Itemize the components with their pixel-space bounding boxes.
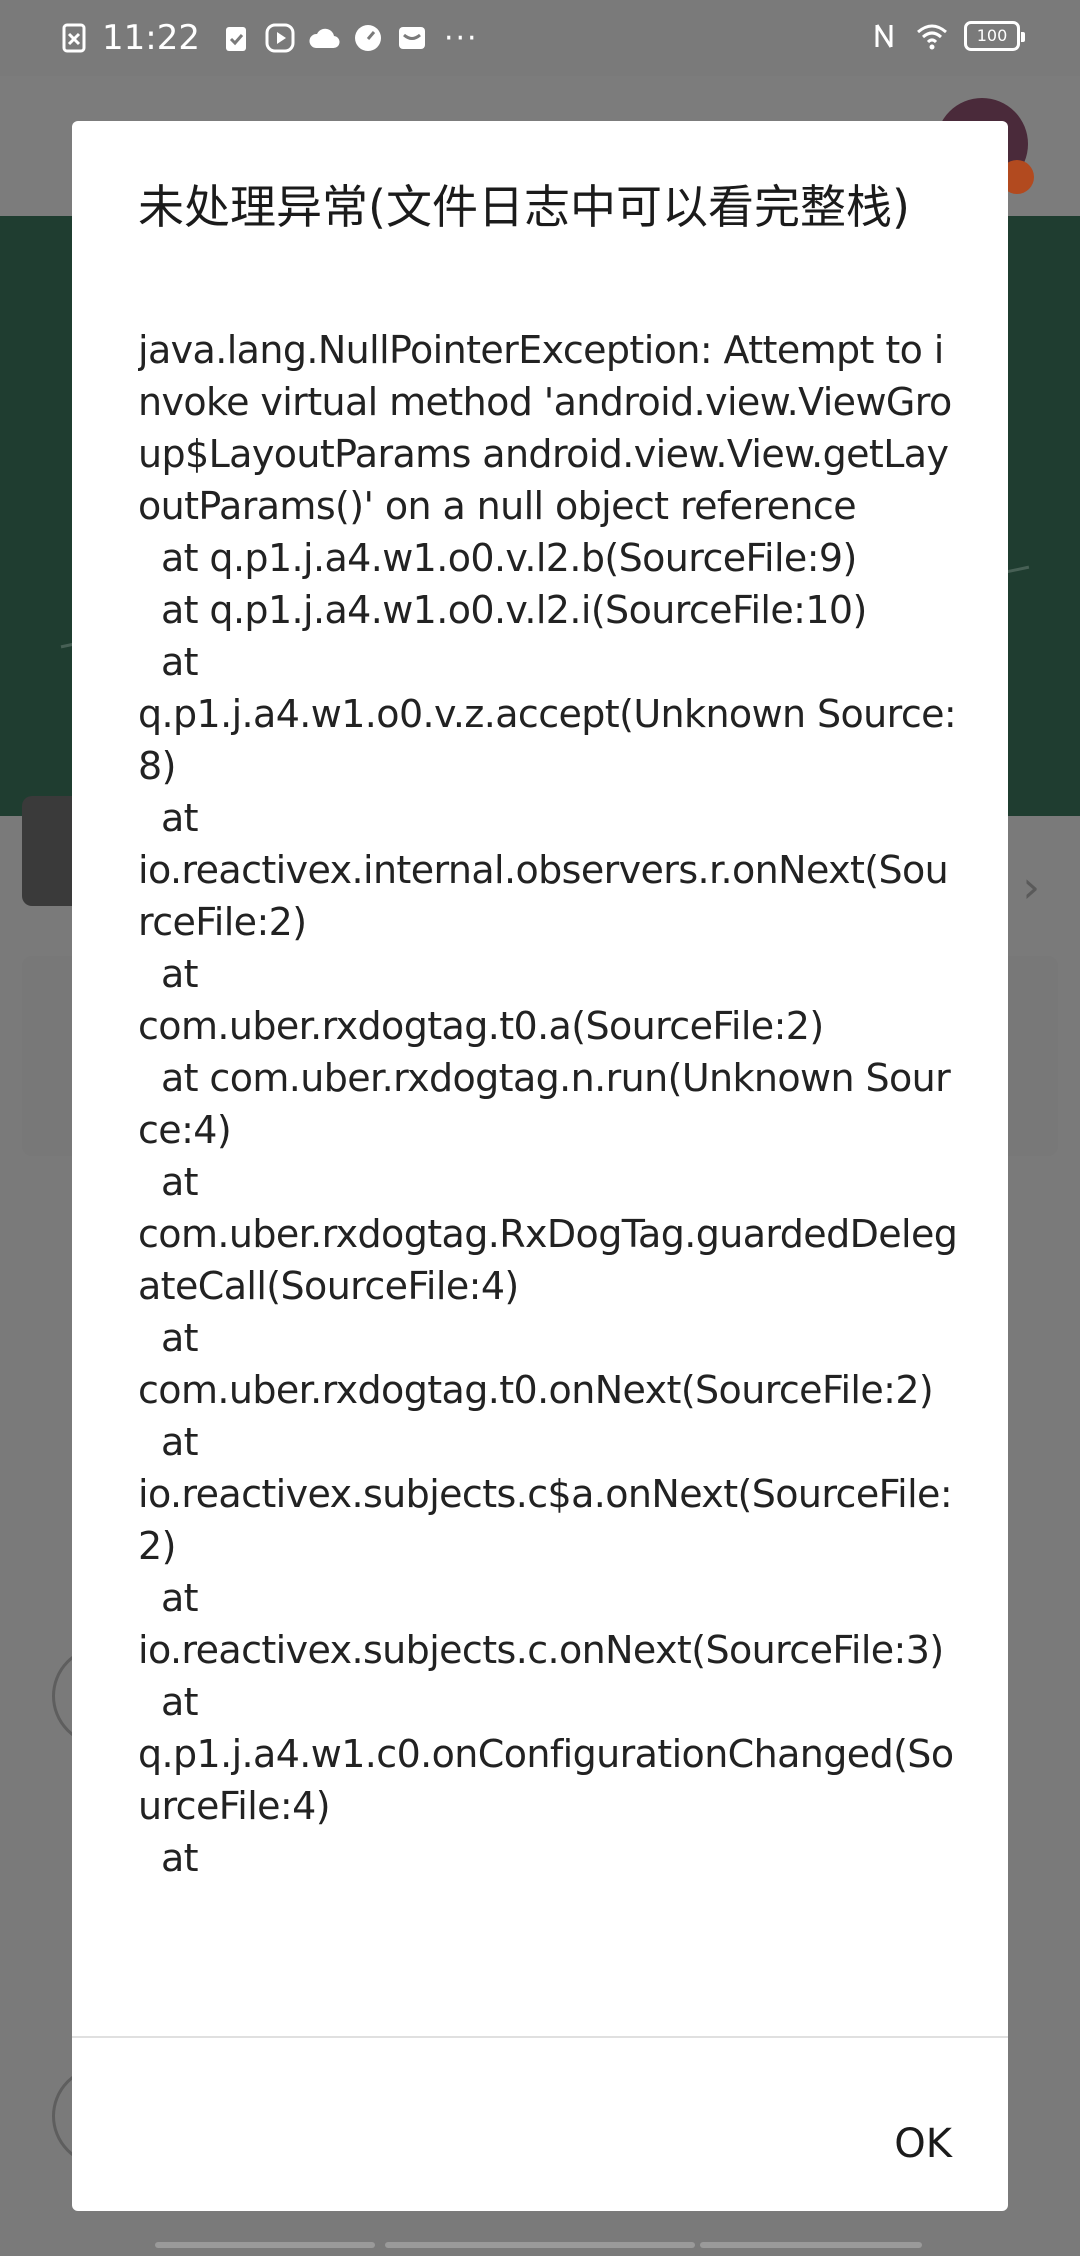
- sim-icon: [58, 22, 90, 54]
- play-icon: [264, 22, 296, 54]
- gesture-bar: [0, 2236, 1080, 2256]
- gauge-icon: [352, 22, 384, 54]
- chevron-right-icon: ›: [1022, 862, 1040, 913]
- clock: 11:22: [102, 18, 200, 58]
- ok-button[interactable]: OK: [894, 2121, 952, 2167]
- nfc-icon: [868, 20, 900, 52]
- divider: [72, 2036, 1008, 2038]
- mail-icon: [396, 22, 428, 54]
- clipboard-icon: [220, 22, 252, 54]
- wifi-icon: [916, 20, 948, 52]
- cloud-icon: [308, 22, 340, 54]
- status-bar: 11:22 ··· 100: [0, 0, 1080, 76]
- more-notifications: ···: [443, 20, 479, 56]
- battery-indicator: 100: [964, 21, 1025, 51]
- exception-dialog: 未处理异常(文件日志中可以看完整栈) java.lang.NullPointer…: [72, 121, 1008, 2211]
- stack-trace-message[interactable]: java.lang.NullPointerException: Attempt …: [138, 324, 958, 2034]
- dialog-title: 未处理异常(文件日志中可以看完整栈): [138, 180, 910, 234]
